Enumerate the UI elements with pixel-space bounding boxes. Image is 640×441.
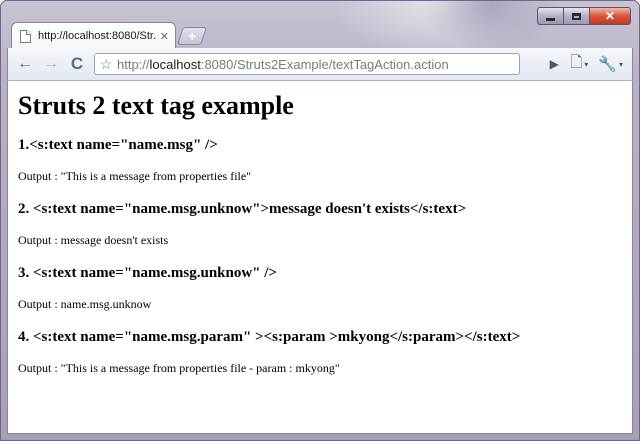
url-host: localhost [149, 56, 201, 72]
tab-title: http://localhost:8080/Str... [38, 30, 156, 42]
navigation-toolbar: ← → C ☆ http://localhost:8080/Struts2Exa… [7, 48, 633, 81]
section-heading: 1.<s:text name="name.msg" /> [18, 137, 218, 153]
minimize-icon [546, 17, 555, 21]
close-icon: ✕ [604, 9, 616, 23]
maximize-icon [572, 12, 581, 20]
section-output: Output : name.msg.unknow [18, 297, 152, 311]
forward-button[interactable]: → [38, 51, 64, 77]
section-heading: 3. <s:text name="name.msg.unknow" /> [18, 265, 277, 281]
tab-close-icon[interactable]: ✕ [160, 30, 169, 43]
section-output: Output : "This is a message from propert… [18, 169, 252, 183]
reload-button[interactable]: C [64, 51, 90, 77]
url-path: :8080/Struts2Example/textTagAction.actio… [200, 56, 449, 72]
page-menu-icon: 🗋 [570, 53, 583, 71]
maximize-button[interactable] [563, 7, 589, 25]
toolbar-right: ▶ 🗋 ▾ 🔧 ▾ [543, 51, 628, 77]
page-menu-button[interactable]: 🗋 ▾ [565, 51, 593, 77]
browser-window: ✕ http://localhost:8080/Str... ✕ + ← → C… [0, 0, 640, 441]
forward-arrow-icon: → [43, 55, 59, 72]
url-protocol: http:// [117, 56, 150, 72]
chevron-down-icon: ▾ [618, 59, 623, 69]
wrench-icon: 🔧 [598, 56, 617, 73]
section-output: Output : message doesn't exists [18, 233, 169, 247]
tab-active[interactable]: http://localhost:8080/Str... ✕ [11, 22, 176, 49]
address-bar[interactable]: ☆ http://localhost:8080/Struts2Example/t… [94, 53, 520, 75]
new-tab-button[interactable]: + [177, 27, 207, 45]
address-url[interactable]: http://localhost:8080/Struts2Example/tex… [117, 57, 449, 72]
minimize-button[interactable] [537, 7, 563, 25]
window-close-button[interactable]: ✕ [589, 7, 631, 25]
section-heading: 4. <s:text name="name.msg.param" ><s:par… [18, 329, 521, 345]
plus-icon: + [187, 28, 197, 44]
reload-icon: C [70, 54, 84, 73]
window-caption-buttons: ✕ [537, 7, 631, 25]
go-icon: ▶ [549, 57, 559, 71]
page-content: Struts 2 text tag example 1.<s:text name… [7, 81, 633, 434]
section-output: Output : "This is a message from propert… [18, 361, 340, 375]
page-title: Struts 2 text tag example [18, 91, 294, 120]
tab-strip: http://localhost:8080/Str... ✕ + [11, 20, 207, 49]
back-arrow-icon: ← [17, 55, 33, 72]
chevron-down-icon: ▾ [584, 59, 589, 69]
star-icon[interactable]: ☆ [95, 56, 117, 73]
section-heading: 2. <s:text name="name.msg.unknow">messag… [18, 201, 467, 217]
back-button[interactable]: ← [12, 51, 38, 77]
go-button[interactable]: ▶ [543, 51, 565, 77]
tools-menu-button[interactable]: 🔧 ▾ [593, 51, 628, 77]
page-favicon-icon [20, 29, 31, 43]
